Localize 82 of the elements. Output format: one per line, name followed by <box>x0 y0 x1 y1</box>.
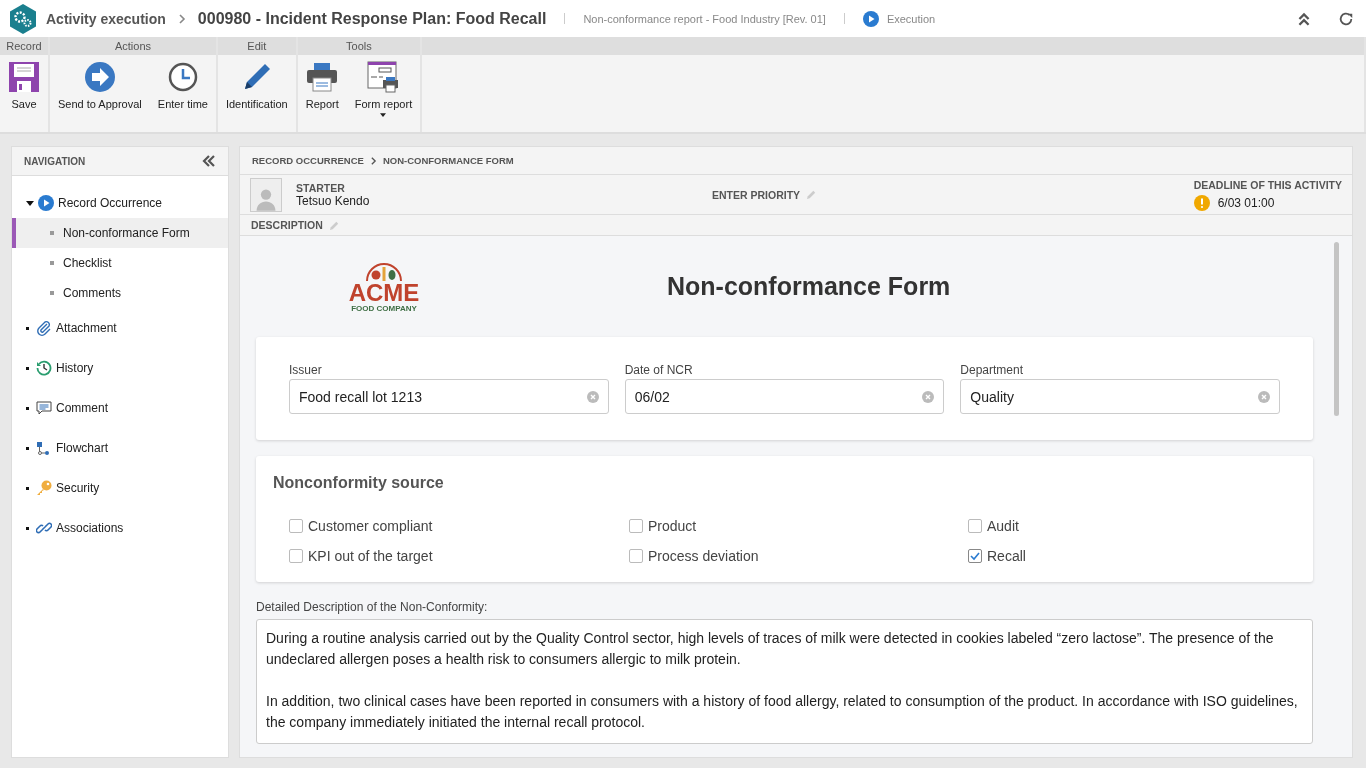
paperclip-icon <box>36 320 52 336</box>
breadcrumb-link[interactable]: RECORD OCCURRENCE <box>252 155 364 166</box>
checkbox[interactable] <box>968 549 982 563</box>
link-icon <box>36 520 52 536</box>
arrow-circle-icon <box>83 61 116 93</box>
section-title: Nonconformity source <box>273 474 445 492</box>
refresh-icon[interactable] <box>1338 10 1354 27</box>
form-printer-icon <box>367 61 400 93</box>
starter-name: Tetsuo Kendo <box>296 193 371 208</box>
checkbox[interactable] <box>289 549 303 563</box>
deadline-label: DEADLINE OF THIS ACTIVITY <box>1193 178 1342 191</box>
history-icon <box>36 360 52 376</box>
status-label: Execution <box>886 12 936 25</box>
field-label: Department <box>960 363 1025 377</box>
navigation-subitem[interactable]: Non-conformance Form <box>12 218 228 248</box>
scrollbar-thumb[interactable] <box>1334 242 1339 416</box>
checkbox-label: Customer compliant <box>308 518 433 534</box>
checkbox[interactable] <box>629 519 643 533</box>
field-label: Date of NCR <box>624 363 694 377</box>
checkbox[interactable] <box>968 519 982 533</box>
starter-label: STARTER <box>296 181 346 194</box>
ribbon-button[interactable]: Enter time <box>149 55 216 132</box>
clear-icon[interactable] <box>1258 390 1270 403</box>
process-name: Non-conformance report - Food Industry [Rev. 01] <box>583 12 826 25</box>
input-field[interactable]: 06/02 <box>624 379 945 414</box>
checkbox[interactable] <box>289 519 303 533</box>
module-title: Activity execution <box>46 10 166 27</box>
navigation-item[interactable]: Security <box>12 468 228 508</box>
ribbon-group-label: Edit <box>217 37 296 55</box>
navigation-subitem[interactable]: Checklist <box>12 248 228 278</box>
ribbon-button[interactable]: Send to Approval <box>50 55 150 132</box>
checkbox-label: Audit <box>987 518 1019 534</box>
pencil-icon[interactable] <box>806 189 818 200</box>
checkbox-label: Product <box>648 518 697 534</box>
key-icon <box>36 480 52 496</box>
input-field[interactable]: Food recall lot 1213 <box>289 379 609 414</box>
checkbox[interactable] <box>629 549 643 563</box>
field-label: Issuer <box>289 363 323 377</box>
navigation-title: NAVIGATION <box>24 155 86 167</box>
double-chevron-left-icon[interactable] <box>202 155 216 167</box>
ribbon-group-label: Tools <box>297 37 421 55</box>
clear-icon[interactable] <box>922 390 935 403</box>
ribbon-button[interactable]: Report <box>297 55 347 132</box>
expand-caret-icon[interactable] <box>26 199 34 207</box>
clear-icon[interactable] <box>586 390 599 403</box>
field-label: Detailed Description of the Non-Conformity: <box>256 600 489 614</box>
checkbox-label: KPI out of the target <box>308 548 433 564</box>
navigation-item[interactable]: Flowchart <box>12 428 228 468</box>
play-icon <box>38 195 54 211</box>
form-title: Non-conformance Form <box>667 271 951 301</box>
warning-icon <box>1193 194 1210 211</box>
printer-icon <box>306 61 339 93</box>
chevron-icon <box>177 12 186 25</box>
caret-icon <box>380 113 387 117</box>
checkbox-label: Recall <box>987 548 1026 564</box>
navigation-item[interactable]: History <box>12 348 228 388</box>
navigation-item[interactable]: Associations <box>12 508 228 548</box>
priority-label[interactable]: ENTER PRIORITY <box>712 188 801 201</box>
speech-bubble-icon <box>36 400 52 416</box>
flowchart-icon <box>36 440 52 456</box>
checkbox-label: Process deviation <box>648 548 759 564</box>
text-area[interactable]: During a routine analysis carried out by the Quality Control sector, high levels of traces of milk were detected in cookies labeled “zero lactose”. The presence of the undeclared allergen poses a health risk to consumers allergic to milk protein. In addition, two clinical cases have been reported in consumers with a history of food allergy, related to consumption of the product. In accordance with ISO guidelines, the company immediately initiated the internal recall protocol. <box>256 619 1313 744</box>
deadline-value: 6/03 01:00 <box>1217 195 1275 210</box>
navigation-item[interactable]: Comment <box>12 388 228 428</box>
chevron-icon <box>369 155 377 166</box>
ribbon-button[interactable]: Form report <box>346 55 421 132</box>
record-title: 000980 - Incident Response Plan: Food Recall <box>197 9 547 28</box>
play-icon <box>862 10 879 27</box>
input-field[interactable]: Quality <box>960 379 1280 414</box>
pencil-icon[interactable] <box>328 219 340 231</box>
collapse-icon[interactable] <box>1296 10 1312 27</box>
ribbon-group-label: Actions <box>50 37 216 55</box>
company-logo: ACME FOOD COMPANY <box>304 259 464 313</box>
navigation-subitem[interactable]: Comments <box>12 278 228 308</box>
description-label[interactable]: DESCRIPTION <box>251 219 323 231</box>
clock-icon <box>166 61 199 93</box>
ribbon-button[interactable]: Identification <box>217 55 296 132</box>
ribbon-button[interactable]: Save <box>0 55 48 132</box>
ribbon-group-label: Record <box>0 37 48 55</box>
navigation-item[interactable]: Record Occurrence <box>12 188 228 218</box>
navigation-item[interactable]: Attachment <box>12 308 228 348</box>
breadcrumb-current: NON-CONFORMANCE FORM <box>382 155 514 166</box>
